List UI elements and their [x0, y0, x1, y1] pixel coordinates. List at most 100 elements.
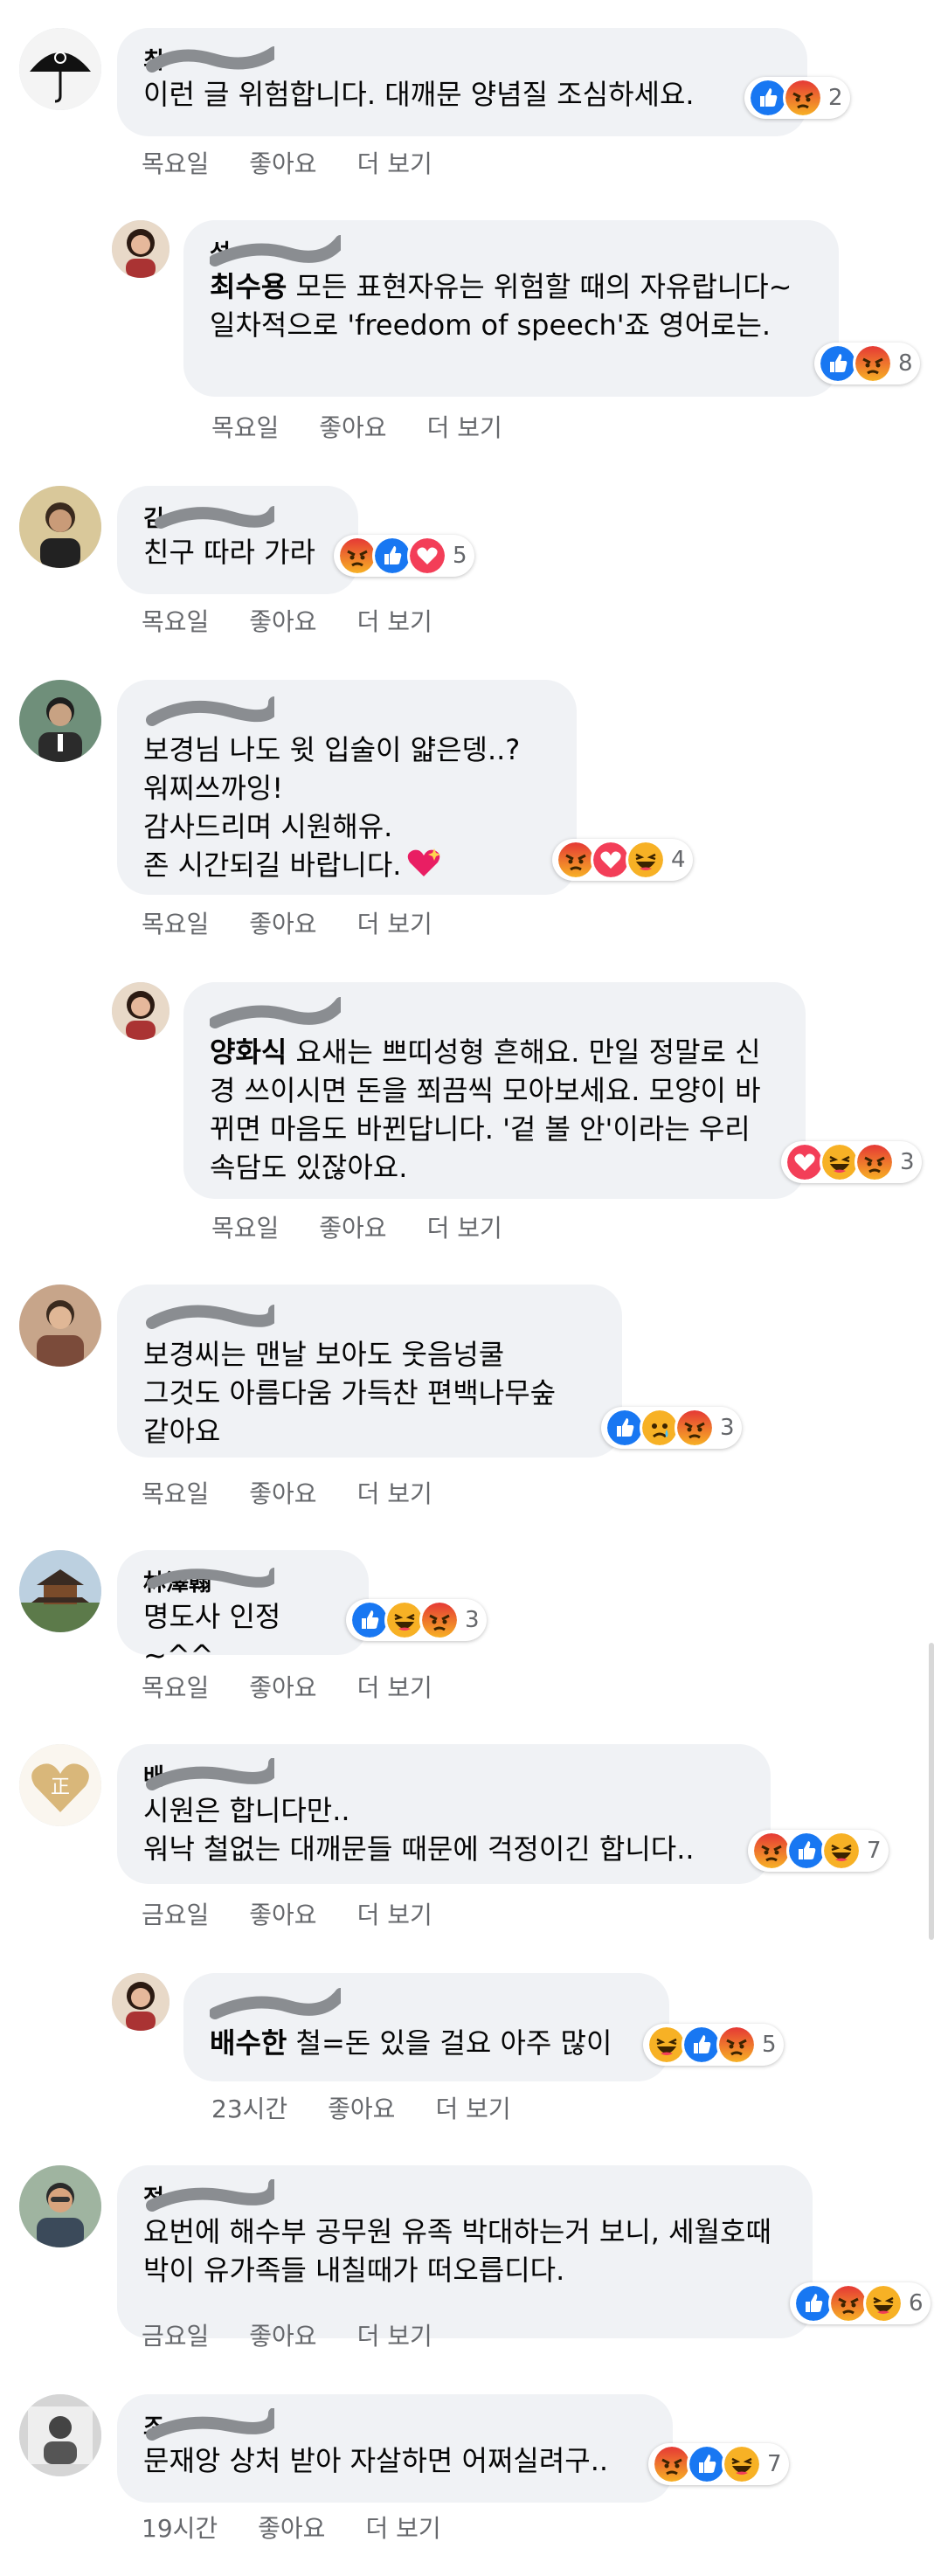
reaction-count: 7	[767, 2451, 782, 2477]
reaction-count: 8	[898, 350, 913, 377]
mention-link[interactable]: 양화식	[210, 1035, 287, 1069]
like-button[interactable]: 좋아요	[249, 1669, 316, 1704]
comment-bubble: 최 이런 글 위험합니다. 대깨문 양념질 조심하세요.	[117, 28, 807, 136]
reaction-summary[interactable]: 5	[334, 535, 474, 577]
haha-icon	[863, 2283, 903, 2323]
comment-author[interactable]: 林澤翰	[143, 1568, 274, 1597]
more-button[interactable]: 더 보기	[357, 905, 432, 940]
comment-time[interactable]: 금요일	[142, 2317, 209, 2352]
reaction-count: 2	[828, 85, 843, 111]
comment-bubble: 김 친구 따라 가라	[117, 486, 358, 594]
comment-text: 명도사 인정~^^	[143, 1600, 281, 1672]
heart-logo-icon[interactable]: 正	[19, 1744, 101, 1826]
comment-text: 이런 글 위험합니다. 대깨문 양념질 조심하세요.	[143, 78, 695, 111]
like-button[interactable]: 좋아요	[319, 409, 386, 444]
like-button[interactable]: 좋아요	[249, 905, 316, 940]
comment-author[interactable]	[210, 997, 341, 1029]
comment-author[interactable]: 최	[143, 46, 274, 75]
more-button[interactable]: 더 보기	[357, 1475, 432, 1510]
avatar[interactable]	[19, 680, 101, 762]
mention-link[interactable]: 배수한	[210, 2026, 287, 2060]
haha-icon	[626, 840, 666, 880]
reaction-count: 5	[762, 2032, 777, 2058]
reaction-summary[interactable]: 7	[748, 1830, 889, 1872]
comment-text: 보경님 나도 윗 입술이 얇은뎅..? 워찌쓰까잉! 감사드리며 시원해유. 존…	[143, 733, 521, 882]
comment-author[interactable]	[143, 696, 274, 727]
comment-author[interactable]: 배	[143, 1758, 274, 1791]
more-button[interactable]: 더 보기	[357, 2317, 432, 2352]
like-button[interactable]: 좋아요	[249, 2317, 316, 2352]
avatar[interactable]	[112, 220, 170, 278]
like-button[interactable]: 좋아요	[249, 603, 316, 638]
comment-bubble: 보경씨는 맨날 보아도 웃음넝쿨 그것도 아름다움 가득찬 편백나무숲 같아요	[117, 1285, 622, 1458]
avatar[interactable]	[112, 982, 170, 1040]
comment-author[interactable]: 정	[143, 2179, 274, 2212]
comment-time[interactable]: 목요일	[142, 145, 209, 180]
comment-author[interactable]	[210, 1988, 341, 2020]
like-button[interactable]: 좋아요	[258, 2510, 325, 2545]
reaction-summary[interactable]: 6	[790, 2282, 931, 2324]
love-icon	[407, 536, 447, 576]
comment-time[interactable]: 목요일	[142, 603, 209, 638]
avatar[interactable]	[19, 486, 101, 568]
comment-text: 친구 따라 가라	[143, 536, 315, 569]
reaction-summary[interactable]: 4	[552, 839, 693, 881]
comment-time[interactable]: 목요일	[142, 1475, 209, 1510]
reaction-summary[interactable]: 3	[346, 1599, 487, 1641]
comment-time[interactable]: 목요일	[211, 409, 279, 444]
like-button[interactable]: 좋아요	[249, 1475, 316, 1510]
avatar[interactable]	[19, 2165, 101, 2247]
comment-author[interactable]: 성	[210, 235, 341, 267]
scrollbar[interactable]	[929, 1643, 934, 1940]
comment-actions: 금요일 좋아요 더 보기	[142, 1896, 473, 1931]
more-button[interactable]: 더 보기	[427, 1209, 502, 1244]
umbrella-icon[interactable]	[19, 28, 101, 110]
more-button[interactable]: 더 보기	[357, 1896, 432, 1931]
comment-text: 문재앙 상처 받아 자살하면 어쩌실려구..	[143, 2444, 609, 2477]
mention-link[interactable]: 최수용	[210, 270, 287, 303]
reaction-summary[interactable]: 8	[814, 343, 920, 384]
more-button[interactable]: 더 보기	[357, 1669, 432, 1704]
reaction-count: 5	[453, 543, 467, 569]
comment-time[interactable]: 목요일	[142, 1669, 209, 1704]
avatar[interactable]	[19, 1285, 101, 1367]
sparkling-heart-icon	[408, 848, 441, 876]
comment-bubble: 성 최수용 모든 표현자유는 위험할 때의 자유랍니다~ 일차적으로 'free…	[183, 220, 839, 397]
comment-bubble: 林澤翰 명도사 인정~^^	[117, 1550, 369, 1672]
more-button[interactable]: 더 보기	[365, 2510, 440, 2545]
reaction-summary[interactable]: 5	[643, 2024, 784, 2066]
like-button[interactable]: 좋아요	[249, 1896, 316, 1931]
comment-author[interactable]: 김	[143, 505, 274, 533]
pagoda-icon[interactable]	[19, 1550, 101, 1632]
like-button[interactable]: 좋아요	[249, 145, 316, 180]
reaction-summary[interactable]: 7	[648, 2443, 789, 2485]
more-button[interactable]: 더 보기	[357, 603, 432, 638]
comment-time[interactable]: 19시간	[142, 2510, 218, 2545]
comment-time[interactable]: 23시간	[211, 2090, 287, 2125]
more-button[interactable]: 더 보기	[427, 409, 502, 444]
avatar[interactable]	[19, 2394, 101, 2476]
comment-actions: 목요일 좋아요 더 보기	[142, 1669, 473, 1704]
like-button[interactable]: 좋아요	[328, 2090, 395, 2125]
like-button[interactable]: 좋아요	[319, 1209, 386, 1244]
angry-icon	[716, 2025, 757, 2065]
reaction-count: 3	[720, 1415, 735, 1441]
reaction-summary[interactable]: 2	[744, 77, 850, 119]
comment-text: 양화식 요새는 쁘띠성형 흔해요. 만일 정말로 신경 쓰이시면 돈을 쬐끔씩 …	[210, 1035, 761, 1184]
reaction-summary[interactable]: 3	[781, 1141, 922, 1183]
comment-author[interactable]	[143, 1304, 274, 1332]
angry-icon	[853, 343, 893, 384]
reaction-count: 3	[900, 1149, 915, 1175]
comment-actions: 23시간 좋아요 더 보기	[211, 2090, 551, 2125]
comment-author[interactable]: 조	[143, 2408, 274, 2441]
avatar[interactable]	[112, 1973, 170, 2031]
comment-actions: 목요일 좋아요 더 보기	[142, 603, 473, 638]
more-button[interactable]: 더 보기	[435, 2090, 510, 2125]
comment-time[interactable]: 목요일	[211, 1209, 279, 1244]
more-button[interactable]: 더 보기	[357, 145, 432, 180]
comment-time[interactable]: 목요일	[142, 905, 209, 940]
comment-actions: 목요일 좋아요 더 보기	[211, 1209, 543, 1244]
comment-time[interactable]: 금요일	[142, 1896, 209, 1931]
reaction-summary[interactable]: 3	[601, 1407, 742, 1449]
reaction-count: 3	[465, 1607, 480, 1633]
